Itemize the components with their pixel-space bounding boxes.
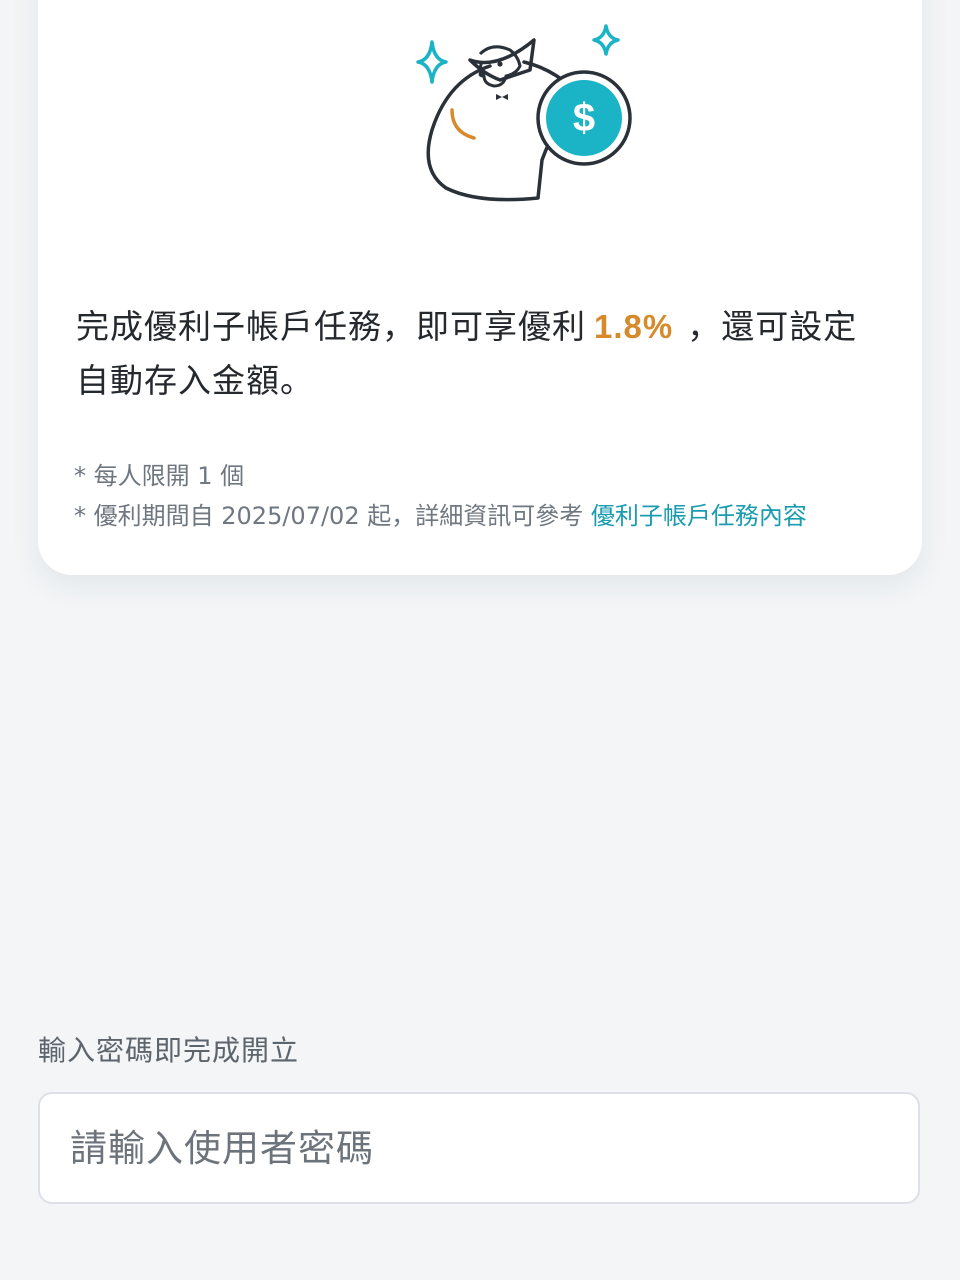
money-bag-icon: $ [416, 24, 632, 202]
note-period-text: * 優利期間自 2025/07/02 起，詳細資訊可參考 [74, 502, 584, 530]
task-details-link[interactable]: 優利子帳戶任務內容 [591, 502, 807, 530]
sparkle-icon [416, 40, 448, 84]
password-label: 輸入密碼即完成開立 [38, 1034, 300, 1067]
interest-rate: 1.8% [594, 308, 674, 345]
promo-description: 完成優利子帳戶任務，即可享優利 1.8% ，還可設定自動存入金額。 [76, 300, 876, 408]
password-input[interactable] [38, 1092, 920, 1204]
sparkle-icon [592, 24, 620, 56]
svg-text:$: $ [573, 96, 595, 140]
promo-notes: * 每人限開 1 個 * 優利期間自 2025/07/02 起，詳細資訊可參考 … [74, 456, 914, 536]
note-limit: * 每人限開 1 個 [74, 462, 245, 490]
note-period: * 優利期間自 2025/07/02 起，詳細資訊可參考 優利子帳戶任務內容 [74, 496, 914, 536]
promo-text-before: 完成優利子帳戶任務，即可享優利 [76, 307, 586, 346]
promo-card: $ 完成優利子帳戶任務，即可享優利 1.8% ，還可設定自動存入金額。 * 每人限開… [38, 0, 922, 575]
